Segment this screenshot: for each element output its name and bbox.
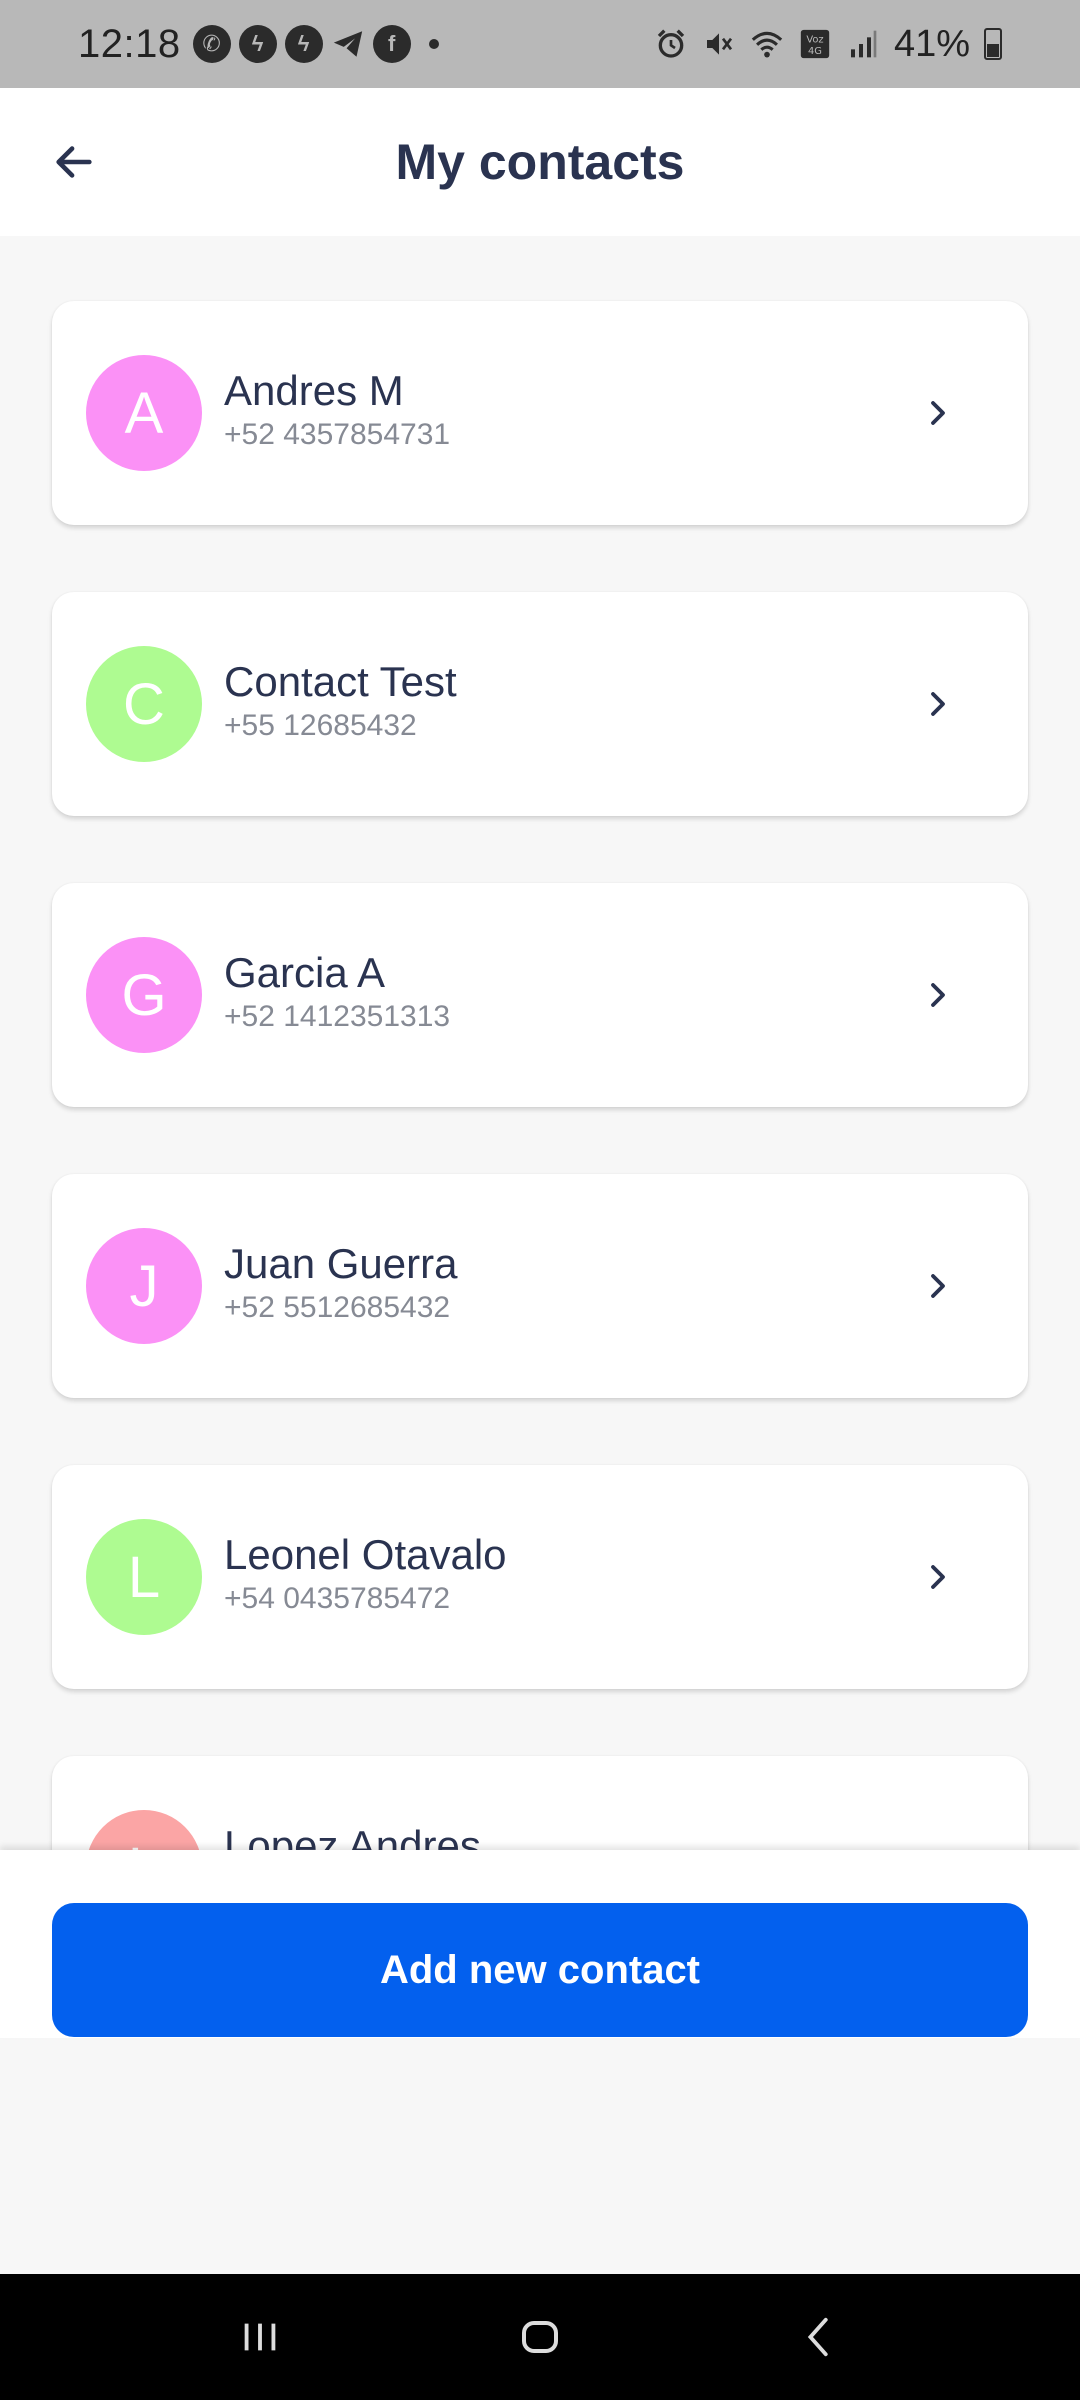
contact-card[interactable]: C Contact Test +55 12685432 (52, 592, 1028, 816)
recents-icon (244, 2323, 276, 2351)
contact-name: Lopez Andres (224, 1822, 481, 1850)
avatar: L (86, 1519, 202, 1635)
avatar-initial: L (128, 1835, 160, 1851)
contact-info: Lopez Andres (224, 1822, 481, 1850)
more-notifications-dot (428, 39, 439, 49)
alarm-icon (654, 27, 688, 61)
recents-button[interactable] (220, 2297, 300, 2377)
volte-4g-icon: Voz 4G (798, 27, 832, 61)
contact-name: Contact Test (224, 658, 457, 705)
status-bar: 12:18 ✆ ϟ ϟ f Voz 4G 41% (0, 0, 1080, 88)
battery-icon (984, 28, 1002, 60)
contact-phone: +52 4357854731 (224, 418, 451, 451)
contact-card[interactable]: L Lopez Andres (52, 1756, 1028, 1850)
avatar: J (86, 1228, 202, 1344)
avatar-initial: L (127, 1544, 161, 1610)
contact-name: Garcia A (224, 949, 386, 996)
avatar-initial: A (124, 380, 164, 446)
contact-info: Contact Test +55 12685432 (224, 658, 457, 744)
mute-icon (702, 27, 736, 61)
avatar: G (86, 937, 202, 1053)
avatar-initial: G (121, 962, 167, 1028)
avatar: C (86, 646, 202, 762)
notification-icons: ✆ ϟ ϟ f (192, 25, 439, 63)
telegram-icon (331, 27, 365, 61)
contact-card[interactable]: G Garcia A +52 1412351313 (52, 883, 1028, 1107)
bottom-action-area: Add new contact (0, 1850, 1080, 2038)
chevron-right-icon (918, 975, 958, 1015)
avatar-initial: C (123, 671, 165, 737)
contact-info: Leonel Otavalo +54 0435785472 (224, 1531, 507, 1617)
page-title: My contacts (395, 134, 685, 190)
avatar: A (86, 355, 202, 471)
home-button[interactable] (500, 2297, 580, 2377)
arrow-left-icon (56, 146, 92, 178)
contact-phone: +52 5512685432 (224, 1291, 451, 1324)
messenger-icon: ϟ (284, 25, 323, 63)
contact-name: Leonel Otavalo (224, 1531, 507, 1578)
contact-card[interactable]: A Andres M +52 4357854731 (52, 301, 1028, 525)
contact-list[interactable]: A Andres M +52 4357854731 C Contact Test… (0, 236, 1080, 1850)
facebook-icon: f (372, 25, 411, 63)
contact-name: Andres M (224, 367, 404, 414)
screen: 12:18 ✆ ϟ ϟ f Voz 4G 41% My contacts A A… (0, 0, 1080, 2400)
chevron-right-icon (918, 393, 958, 433)
contact-card[interactable]: L Leonel Otavalo +54 0435785472 (52, 1465, 1028, 1689)
system-nav-bar (0, 2274, 1080, 2400)
contact-phone: +52 1412351313 (224, 1000, 451, 1033)
chevron-right-icon (918, 684, 958, 724)
messenger-icon: ϟ (238, 25, 277, 63)
chevron-right-icon (918, 1266, 958, 1306)
back-button[interactable] (44, 132, 104, 192)
contact-phone: +54 0435785472 (224, 1582, 451, 1615)
contact-name: Juan Guerra (224, 1240, 458, 1287)
avatar: L (86, 1810, 202, 1850)
signal-icon (846, 27, 880, 61)
whatsapp-icon: ✆ (192, 25, 231, 63)
wifi-icon (750, 27, 784, 61)
chevron-right-icon (918, 1557, 958, 1597)
system-back-button[interactable] (780, 2297, 860, 2377)
contact-info: Garcia A +52 1412351313 (224, 949, 450, 1035)
contact-card[interactable]: J Juan Guerra +52 5512685432 (52, 1174, 1028, 1398)
svg-text:Voz: Voz (806, 35, 823, 46)
status-time: 12:18 (78, 21, 181, 66)
contact-info: Juan Guerra +52 5512685432 (224, 1240, 457, 1326)
contact-phone: +55 12685432 (224, 709, 417, 742)
battery-percent: 41% (893, 22, 970, 65)
status-icons: Voz 4G 41% (654, 23, 1002, 66)
svg-text:4G: 4G (808, 46, 822, 57)
contact-info: Andres M +52 4357854731 (224, 367, 450, 453)
add-new-contact-button[interactable]: Add new contact (52, 1903, 1028, 2037)
avatar-initial: J (129, 1253, 159, 1319)
app-header: My contacts (0, 88, 1080, 236)
back-icon (807, 2317, 828, 2357)
home-icon (522, 2321, 558, 2353)
